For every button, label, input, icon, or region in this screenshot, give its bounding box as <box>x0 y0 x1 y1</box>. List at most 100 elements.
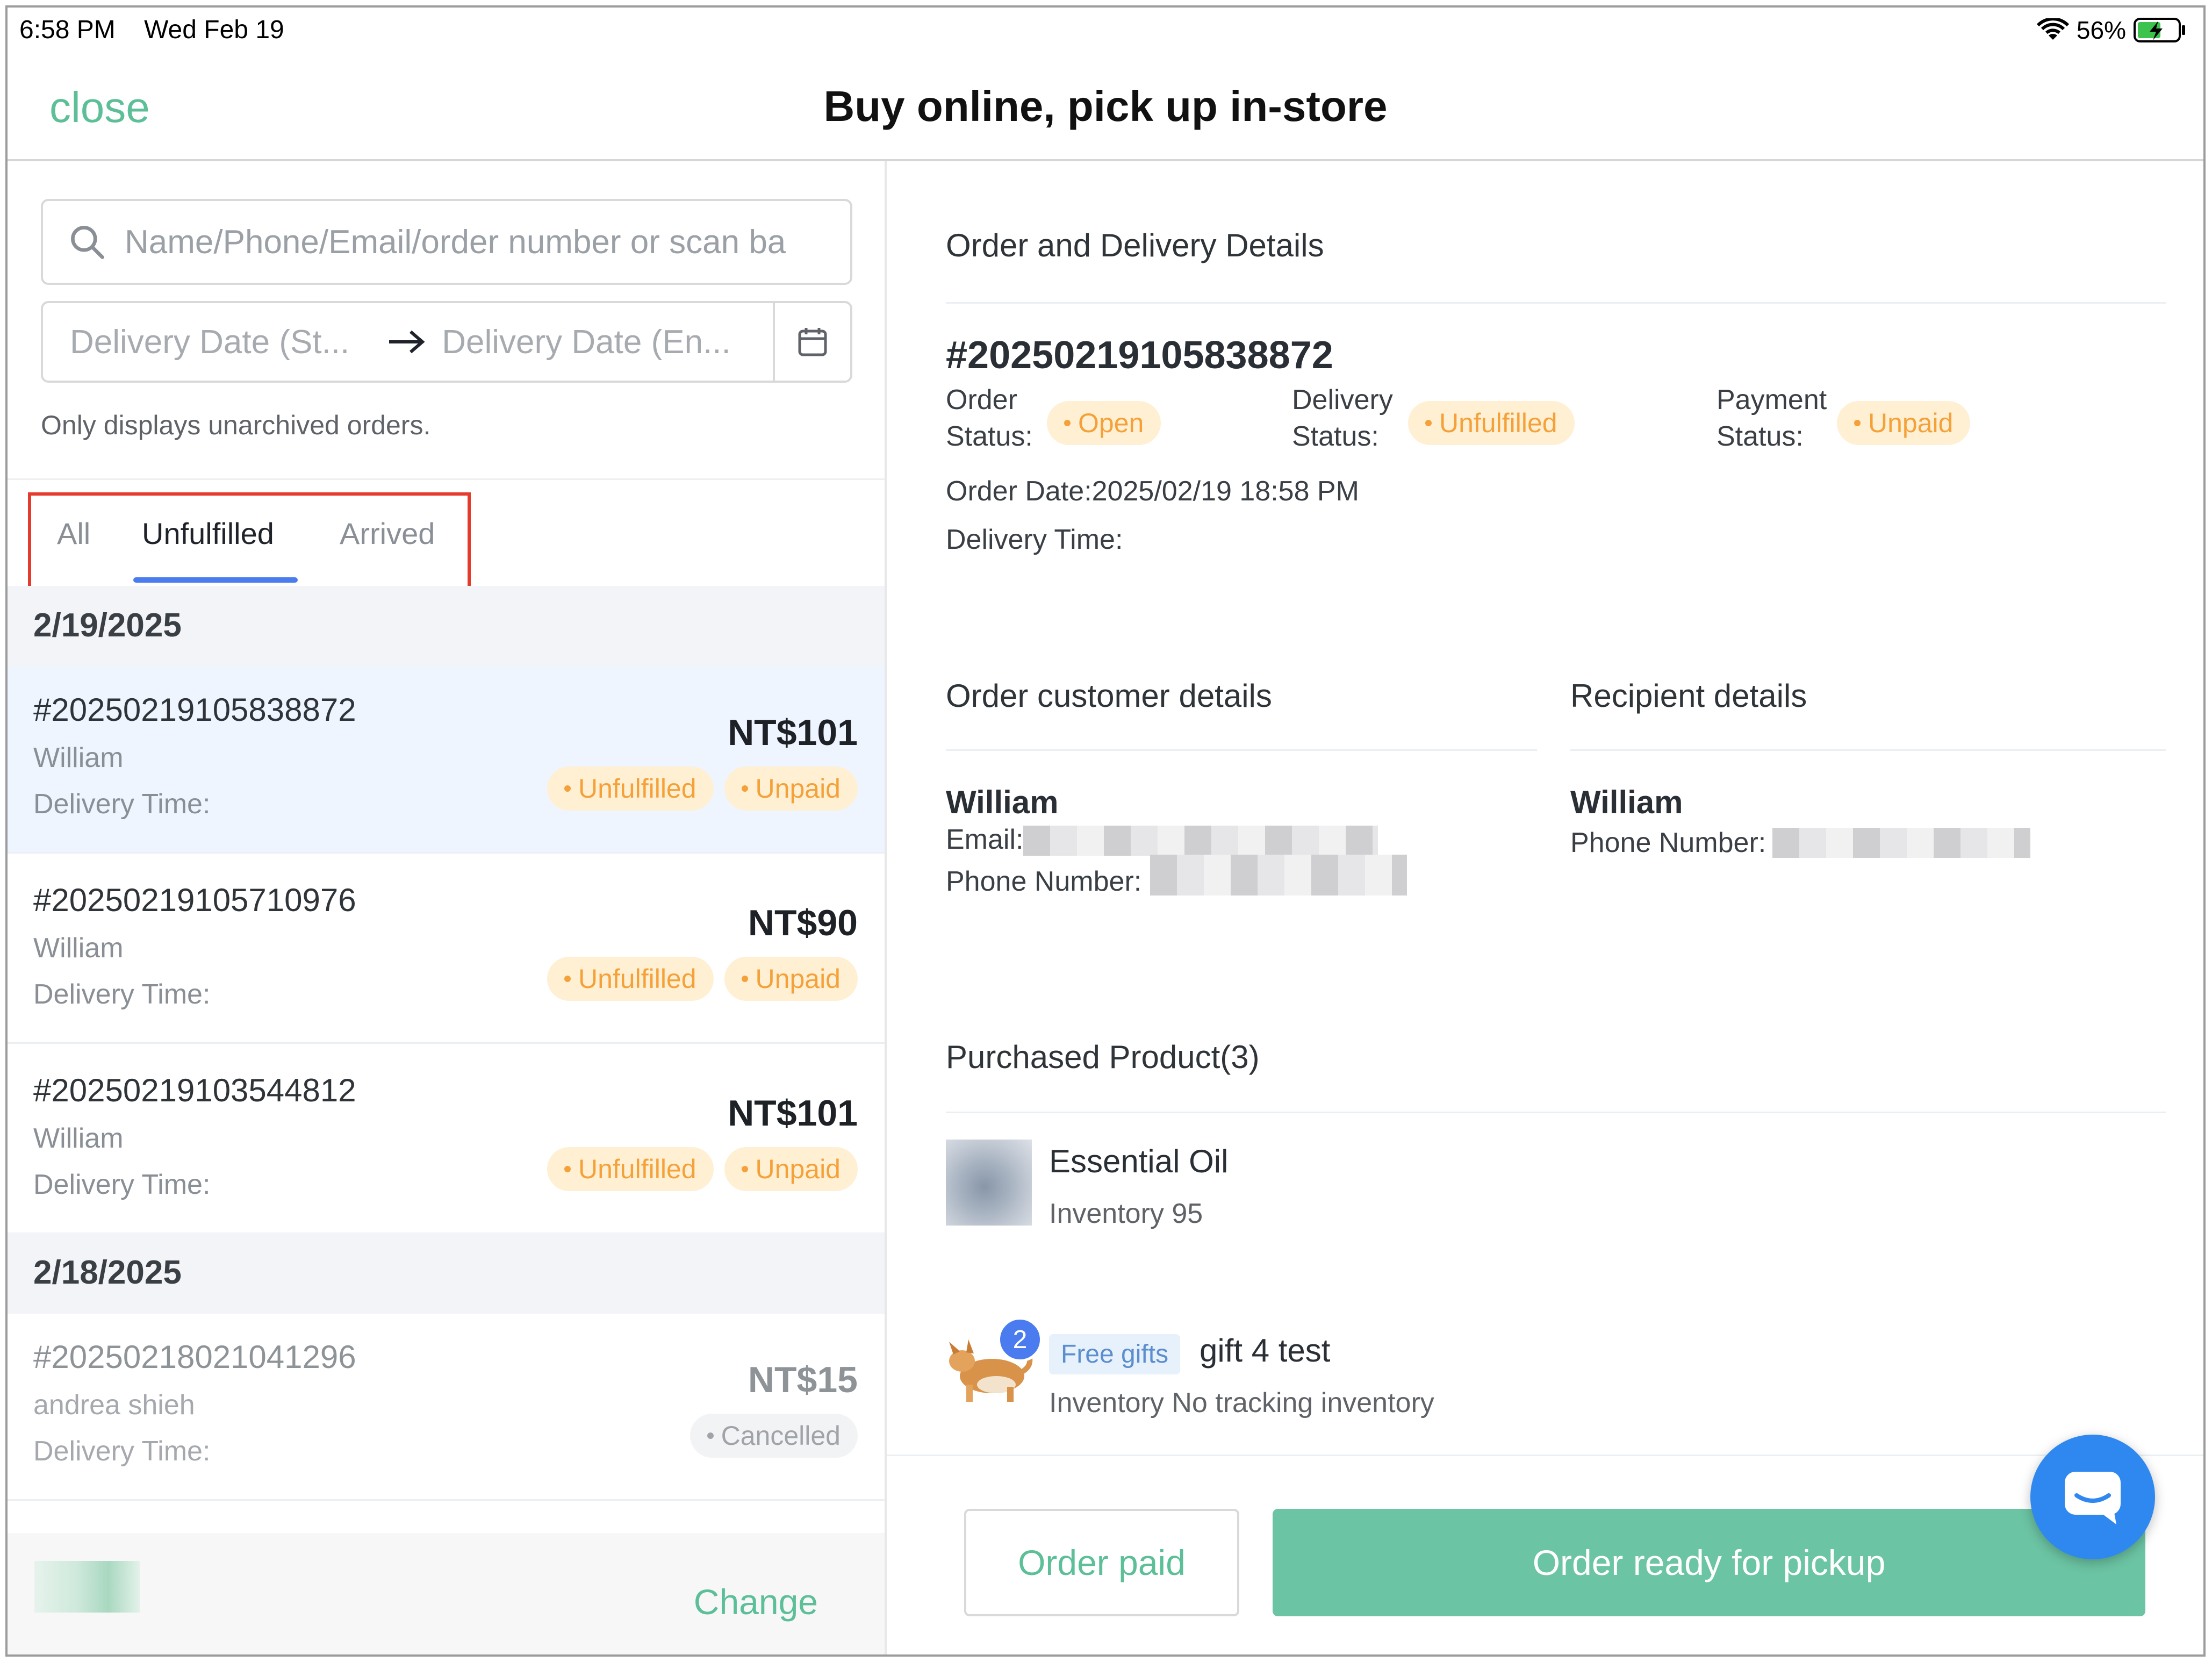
delivery-time: Delivery Time: <box>33 789 211 820</box>
detail-delivery-time: Delivery Time: <box>946 524 1123 555</box>
badge-text: Open <box>1078 408 1144 438</box>
badge-text: Unfulfilled <box>578 773 696 804</box>
delivery-time: Delivery Time: <box>33 979 211 1010</box>
delivery-date-start[interactable]: Delivery Date (St... <box>70 323 349 361</box>
order-list-item[interactable]: #20250218021041296 andrea shieh Delivery… <box>8 1314 885 1501</box>
delivery-status-label: Delivery Status: <box>1292 382 1393 455</box>
order-price: NT$101 <box>728 1093 858 1134</box>
payment-status-label: Payment Status: <box>1717 382 1827 455</box>
left-footer: Change <box>8 1533 885 1654</box>
badge-text: Unpaid <box>755 1154 841 1184</box>
search-input[interactable] <box>124 222 824 262</box>
search-field[interactable] <box>41 199 852 285</box>
recipient-phone-label: Phone Number: <box>1570 827 1766 858</box>
order-list-item[interactable]: #20250219105710976 William Delivery Time… <box>8 857 885 1044</box>
app-window: 6:58 PM Wed Feb 19 56% close Buy online,… <box>5 5 2206 1657</box>
calendar-icon <box>798 328 827 356</box>
customer-name: William <box>33 742 124 773</box>
date-group-header: 2/19/2025 <box>8 586 885 667</box>
label-line: Order <box>946 384 1017 415</box>
action-bar: Order paid Order ready for pickup <box>887 1435 2203 1654</box>
arrow-right-icon <box>389 330 425 354</box>
order-details-title: Order and Delivery Details <box>946 227 1324 263</box>
order-number: #20250219105838872 <box>33 692 356 728</box>
payment-status-badge: Unpaid <box>1837 401 1971 445</box>
product-inventory: Inventory 95 <box>1049 1198 1203 1229</box>
chat-button[interactable] <box>2030 1435 2155 1559</box>
date-group-label: 2/19/2025 <box>33 607 182 644</box>
order-paid-button[interactable]: Order paid <box>964 1509 1239 1616</box>
product-name: Essential Oil <box>1049 1143 1229 1179</box>
redacted-phone <box>1150 855 1407 896</box>
status-time: 6:58 PM Wed Feb 19 <box>19 15 284 45</box>
products-title: Purchased Product(3) <box>946 1039 1260 1075</box>
payment-badge: Unpaid <box>724 1147 858 1191</box>
customer-email-label: Email: <box>946 824 1024 855</box>
label-line: Delivery <box>1292 384 1393 415</box>
order-list-pane: Delivery Date (St... Delivery Date (En..… <box>8 161 887 1654</box>
product-image <box>946 1140 1032 1226</box>
chat-icon <box>2065 1472 2121 1524</box>
quantity-badge: 2 <box>997 1317 1043 1362</box>
customer-name: andrea shieh <box>33 1389 195 1421</box>
redacted-email <box>1023 826 1378 856</box>
recipient-details-title: Recipient details <box>1570 678 1807 714</box>
unarchived-note: Only displays unarchived orders. <box>41 410 431 440</box>
change-button[interactable]: Change <box>694 1581 818 1622</box>
recipient-name: William <box>1570 784 1683 820</box>
status-right: 56% <box>2036 14 2187 46</box>
order-price: NT$101 <box>728 712 858 753</box>
delivery-date-range[interactable]: Delivery Date (St... Delivery Date (En..… <box>41 301 852 383</box>
gift-name: gift 4 test <box>1200 1333 1331 1369</box>
search-icon <box>71 226 104 259</box>
badge-text: Unfulfilled <box>578 964 696 994</box>
order-list-item-selected[interactable]: #20250219105838872 William Delivery Time… <box>8 667 885 854</box>
order-price: NT$15 <box>748 1359 858 1400</box>
clock: 6:58 PM <box>19 16 116 44</box>
date-group-label: 2/18/2025 <box>33 1254 182 1291</box>
order-list-item[interactable]: #20250219103544812 William Delivery Time… <box>8 1047 885 1234</box>
customer-name: William <box>946 784 1059 820</box>
badge-text: Cancelled <box>721 1421 841 1451</box>
cancelled-badge: Cancelled <box>690 1414 858 1458</box>
label-line: Status: <box>1292 421 1379 452</box>
order-detail-pane: Order and Delivery Details #202502191058… <box>887 161 2203 1654</box>
battery-icon <box>2134 18 2185 42</box>
fulfillment-badge: Unfulfilled <box>547 1147 714 1191</box>
detail-order-number: #20250219105838872 <box>946 334 1333 377</box>
order-number: #20250218021041296 <box>33 1339 356 1375</box>
fulfillment-badge: Unfulfilled <box>547 766 714 811</box>
divider <box>1570 749 2166 751</box>
divider <box>946 1112 2166 1113</box>
fulfillment-badge: Unfulfilled <box>547 957 714 1001</box>
delivery-date-end[interactable]: Delivery Date (En... <box>442 323 731 361</box>
badge-text: Unfulfilled <box>1439 408 1557 438</box>
page-title: Buy online, pick up in-store <box>823 82 1388 130</box>
divider <box>946 749 1537 751</box>
label-line: Status: <box>1717 421 1804 452</box>
delivery-status-badge: Unfulfilled <box>1408 401 1575 445</box>
label-line: Status: <box>946 421 1033 452</box>
order-status-badge: Open <box>1047 401 1161 445</box>
redacted-phone <box>1772 828 2030 858</box>
ready-for-pickup-button[interactable]: Order ready for pickup <box>1273 1509 2145 1616</box>
gift-inventory: Inventory No tracking inventory <box>1049 1387 1434 1419</box>
customer-name: William <box>33 933 124 964</box>
calendar-button[interactable] <box>773 303 850 381</box>
badge-text: Unfulfilled <box>578 1154 696 1184</box>
payment-badge: Unpaid <box>724 957 858 1001</box>
customer-details-title: Order customer details <box>946 678 1272 714</box>
badge-text: Unpaid <box>1868 408 1954 438</box>
customer-name: William <box>33 1123 124 1154</box>
divider <box>946 302 2166 304</box>
free-gift-tag: Free gifts <box>1049 1334 1181 1374</box>
wifi-icon <box>2036 18 2069 40</box>
order-number: #20250219105710976 <box>33 882 356 918</box>
date-group-header: 2/18/2025 <box>8 1233 885 1314</box>
status-bar: 6:58 PM Wed Feb 19 56% <box>8 8 2203 56</box>
date: Wed Feb 19 <box>144 16 284 44</box>
order-status-label: Order Status: <box>946 382 1033 455</box>
order-date: Order Date:2025/02/19 18:58 PM <box>946 476 1359 507</box>
label-line: Payment <box>1717 384 1827 415</box>
delivery-time: Delivery Time: <box>33 1436 211 1467</box>
